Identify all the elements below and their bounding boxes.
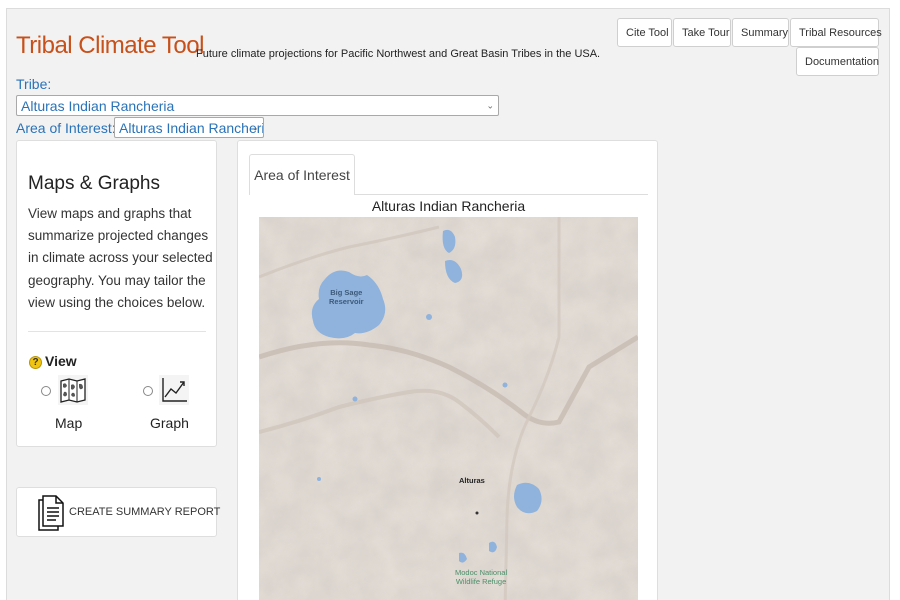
- view-graph-radio[interactable]: [143, 386, 153, 396]
- map-title: Alturas Indian Rancheria: [371, 198, 526, 214]
- tribe-select[interactable]: Alturas Indian Rancheria ⌄: [16, 95, 499, 116]
- reservoir-label-line2: Reservoir: [329, 296, 364, 306]
- area-of-interest-label: Area of Interest:: [16, 120, 116, 136]
- terrain-map-graphic: [259, 217, 638, 600]
- report-icon: [38, 495, 64, 531]
- area-of-interest-select-value: Alturas Indian Rancheria: [119, 119, 264, 136]
- map-option-label: Map: [55, 415, 83, 431]
- tribe-select-value: Alturas Indian Rancheria: [21, 97, 175, 114]
- terrain-map[interactable]: Big Sage Reservoir Alturas Modoc Nationa…: [259, 217, 638, 600]
- panel-description: View maps and graphs that summarize proj…: [28, 206, 213, 310]
- tab-divider: [355, 194, 648, 195]
- documentation-button[interactable]: Documentation: [796, 47, 879, 76]
- view-map-radio[interactable]: [41, 386, 51, 396]
- maps-graphs-panel: Maps & Graphs View maps and graphs that …: [16, 140, 217, 447]
- report-label: CREATE SUMMARY REPORT: [69, 506, 221, 518]
- town-label: Alturas: [459, 476, 485, 485]
- app-title: Tribal Climate Tool: [16, 32, 204, 59]
- cite-tool-button[interactable]: Cite Tool: [617, 18, 672, 47]
- area-of-interest-select[interactable]: Alturas Indian Rancheria ⌄: [114, 117, 264, 138]
- divider: [28, 331, 206, 332]
- chevron-down-icon: ⌄: [486, 100, 494, 110]
- tribe-label: Tribe:: [16, 76, 52, 92]
- summary-button[interactable]: Summary: [732, 18, 789, 47]
- reservoir-label: Big Sage Reservoir: [329, 288, 364, 306]
- help-icon[interactable]: ?: [29, 356, 42, 369]
- tab-area-of-interest[interactable]: Area of Interest: [249, 154, 355, 195]
- view-label: View: [45, 353, 77, 369]
- create-summary-report-button[interactable]: CREATE SUMMARY REPORT: [16, 487, 221, 537]
- take-tour-button[interactable]: Take Tour: [673, 18, 731, 47]
- refuge-label-line2: Wildlife Refuge: [455, 576, 507, 586]
- graph-icon[interactable]: [158, 374, 190, 406]
- main-panel: Area of Interest Alturas Indian Rancheri…: [237, 140, 658, 600]
- app-subtitle: Future climate projections for Pacific N…: [196, 48, 601, 60]
- chevron-down-icon: ⌄: [251, 122, 259, 132]
- map-icon[interactable]: [57, 374, 89, 406]
- panel-title: Maps & Graphs: [28, 173, 160, 194]
- refuge-label: Modoc National Wildlife Refuge: [455, 568, 507, 586]
- tribal-resources-button[interactable]: Tribal Resources: [790, 18, 882, 47]
- graph-option-label: Graph: [150, 415, 189, 431]
